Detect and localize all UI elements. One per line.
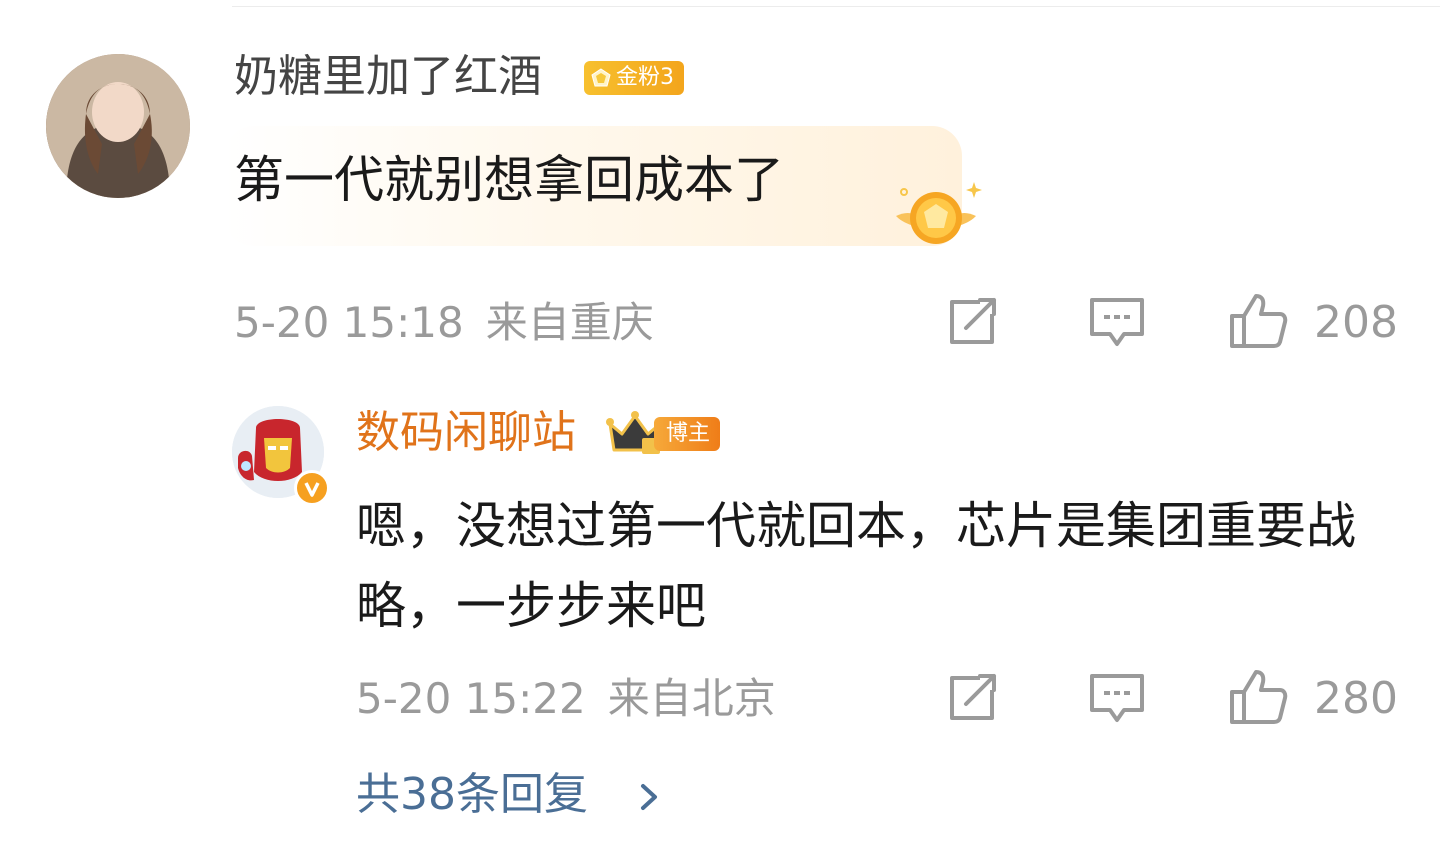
comment-timestamp: 5-20 15:18 <box>234 298 464 347</box>
blogger-badge-label: 博主 <box>666 421 711 446</box>
avatar[interactable] <box>46 54 190 198</box>
comment-text: 第一代就别想拿回成本了 <box>234 151 784 209</box>
fan-level-badge[interactable]: 金粉3 <box>584 61 684 95</box>
share-icon[interactable] <box>946 296 1002 348</box>
view-more-replies-link[interactable]: 共38条回复 <box>356 769 657 820</box>
more-replies-label: 共38条回复 <box>356 769 588 820</box>
verified-icon <box>304 482 320 497</box>
reply-text: 嗯，没想过第一代就回本，芯片是集团重要战略，一步步来吧 <box>356 497 1356 635</box>
like-count: 208 <box>1314 297 1398 348</box>
comment-meta: 5-20 15:18 来自重庆 <box>234 298 654 348</box>
reply-location: 来自北京 <box>607 674 776 723</box>
reply-timestamp: 5-20 15:22 <box>356 674 586 723</box>
verified-badge <box>294 470 330 506</box>
reply-username[interactable]: 数码闲聊站 <box>356 408 576 458</box>
like-icon[interactable] <box>1228 668 1290 726</box>
comment-icon[interactable] <box>1088 296 1146 350</box>
reply-meta: 5-20 15:22 来自北京 <box>356 674 776 724</box>
gem-icon <box>591 68 611 87</box>
like-icon[interactable] <box>1228 292 1290 350</box>
medal-icon <box>896 182 982 244</box>
comment-username[interactable]: 奶糖里加了红酒 <box>234 52 542 102</box>
comment-location: 来自重庆 <box>485 298 654 347</box>
like-count: 280 <box>1314 673 1398 724</box>
chevron-right-icon <box>641 784 657 810</box>
fan-level-label: 金粉3 <box>616 65 674 90</box>
comment-icon[interactable] <box>1088 672 1146 726</box>
share-icon[interactable] <box>946 672 1002 724</box>
blogger-badge[interactable]: 博主 <box>654 417 720 451</box>
top-divider <box>232 6 1440 7</box>
